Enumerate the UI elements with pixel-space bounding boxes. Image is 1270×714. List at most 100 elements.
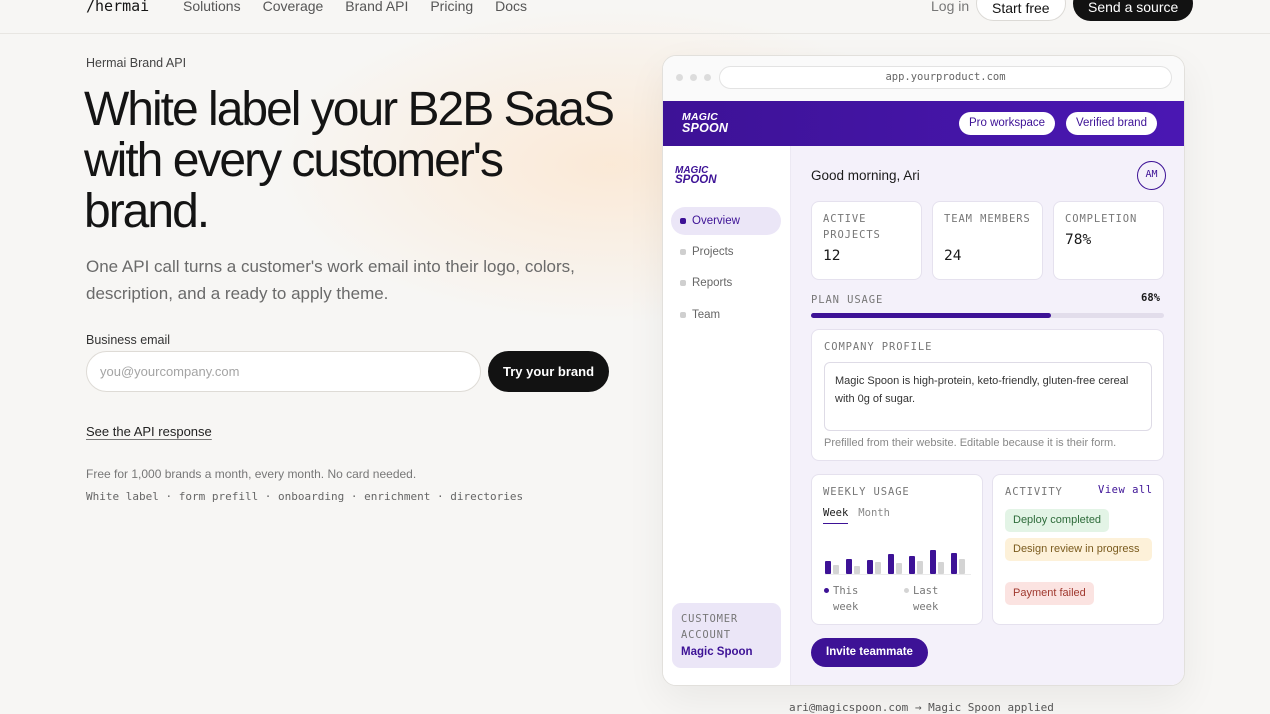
free-note: Free for 1,000 brands a month, every mon… [86, 467, 417, 481]
plan-usage-bar [811, 313, 1164, 318]
api-response-link[interactable]: See the API response [86, 424, 212, 439]
sidebar-item-label: Overview [692, 215, 740, 227]
sidebar-brand-line: SPOON [675, 174, 717, 186]
window-dot-icon [676, 74, 683, 81]
customer-account-label: CUSTOMER ACCOUNT [681, 613, 738, 641]
bar-this-week [909, 555, 915, 574]
legend-dot-icon [824, 588, 829, 593]
window-dot-icon [690, 74, 697, 81]
nav-link-solutions[interactable]: Solutions [183, 0, 241, 14]
start-free-button[interactable]: Start free [976, 0, 1066, 21]
stat-value: 78% [1065, 232, 1092, 248]
avatar[interactable]: AM [1137, 161, 1166, 190]
legend-this-week: This week [824, 583, 883, 615]
sidebar-item-overview[interactable]: Overview [671, 207, 781, 235]
usage-tabs: Week Month [823, 507, 890, 524]
product-preview: app.yourproduct.com MAGIC SPOON Pro work… [662, 55, 1185, 686]
greeting: Good morning, Ari [811, 168, 920, 183]
browser-chrome: app.yourproduct.com [663, 56, 1184, 101]
nav-link-coverage[interactable]: Coverage [263, 0, 324, 14]
stat-value: 12 [823, 248, 841, 264]
stat-label: TEAM MEMBERS [944, 213, 1031, 225]
customer-account-value: Magic Spoon [681, 646, 753, 658]
send-source-button[interactable]: Send a source [1073, 0, 1194, 21]
legend-dot-icon [904, 588, 909, 593]
stat-value: 24 [944, 248, 962, 264]
verified-brand-badge: Verified brand [1066, 112, 1157, 135]
tab-week[interactable]: Week [823, 507, 849, 524]
plan-usage-percent: 68% [1141, 292, 1160, 304]
company-profile-field[interactable]: Magic Spoon is high-protein, keto-friend… [824, 362, 1152, 431]
applied-footnote: ari@magicspoon.com → Magic Spoon applied [789, 701, 1054, 714]
company-profile-label: COMPANY PROFILE [824, 341, 933, 353]
tab-month[interactable]: Month [858, 507, 890, 524]
brand-logo: MAGIC SPOON [682, 112, 729, 135]
bar-this-week [825, 561, 831, 574]
sidebar-item-label: Projects [692, 246, 734, 258]
legend-label: Last week [913, 585, 939, 613]
window-dot-icon [704, 74, 711, 81]
app-main: Good morning, Ari AM ACTIVE PROJECTS 12 … [791, 146, 1184, 685]
brand-logo-line: SPOON [682, 121, 729, 135]
nav-link-pricing[interactable]: Pricing [430, 0, 473, 14]
bar-this-week [867, 560, 873, 574]
bullet-icon [680, 280, 686, 286]
bullet-icon [680, 312, 686, 318]
sidebar-item-projects[interactable]: Projects [671, 238, 781, 266]
bullet-icon [680, 249, 686, 255]
plan-usage-fill [811, 313, 1052, 318]
url-bar: app.yourproduct.com [719, 66, 1172, 89]
bullet-icon [680, 218, 686, 224]
company-profile-card: COMPANY PROFILE Magic Spoon is high-prot… [811, 329, 1164, 461]
view-all-link[interactable]: View all [1098, 484, 1153, 496]
stat-label: ACTIVE PROJECTS [823, 213, 881, 241]
plan-usage-label: PLAN USAGE [811, 294, 884, 306]
customer-account-card: CUSTOMER ACCOUNT Magic Spoon [672, 603, 781, 668]
activity-item-payment[interactable]: Payment failed [1005, 582, 1094, 605]
company-profile-note: Prefilled from their website. Editable b… [824, 437, 1117, 449]
legend-last-week: Last week [904, 583, 963, 615]
nav-link-docs[interactable]: Docs [495, 0, 527, 14]
stat-card: TEAM MEMBERS 24 [932, 201, 1043, 280]
stat-card: COMPLETION 78% [1053, 201, 1164, 280]
top-nav: /hermai Solutions Coverage Brand API Pri… [0, 0, 1270, 34]
bar-this-week [846, 558, 852, 574]
sidebar-brand-logo: MAGIC SPOON [675, 166, 717, 186]
bar-last-week [959, 558, 965, 574]
bar-last-week [875, 562, 881, 574]
activity-label: ACTIVITY [1005, 486, 1063, 498]
activity-item-design-review[interactable]: Design review in progress [1005, 538, 1152, 561]
bar-last-week [896, 563, 902, 574]
invite-teammate-button[interactable]: Invite teammate [811, 638, 928, 667]
nav-links: Solutions Coverage Brand API Pricing Doc… [183, 0, 527, 14]
hero-headline: White label your B2B SaaS with every cus… [84, 83, 615, 238]
legend-label: This week [833, 585, 859, 613]
sidebar-item-reports[interactable]: Reports [671, 269, 781, 297]
sidebar-item-team[interactable]: Team [671, 301, 781, 329]
weekly-usage-label: WEEKLY USAGE [823, 486, 910, 498]
pro-workspace-badge: Pro workspace [959, 112, 1056, 135]
sidebar-item-label: Team [692, 309, 721, 321]
eyebrow: Hermai Brand API [86, 56, 187, 70]
app-sidebar: MAGIC SPOON Overview Projects Reports Te… [663, 146, 791, 685]
bar-last-week [833, 565, 839, 574]
activity-item-deploy[interactable]: Deploy completed [1005, 509, 1110, 532]
bar-this-week [930, 550, 936, 574]
try-brand-button[interactable]: Try your brand [488, 351, 609, 392]
bar-this-week [951, 553, 957, 574]
nav-link-brand-api[interactable]: Brand API [345, 0, 408, 14]
activity-card: ACTIVITY View all Deploy completed Desig… [992, 474, 1164, 625]
bar-last-week [938, 562, 944, 574]
site-logo[interactable]: /hermai [86, 0, 149, 15]
login-link[interactable]: Log in [931, 0, 969, 14]
bar-last-week [917, 560, 923, 574]
sidebar-item-label: Reports [692, 277, 733, 289]
stat-label: COMPLETION [1065, 213, 1138, 225]
stat-card: ACTIVE PROJECTS 12 [811, 201, 922, 280]
email-field[interactable] [86, 351, 481, 392]
weekly-usage-card: WEEKLY USAGE Week Month This week Last w… [811, 474, 983, 625]
email-label: Business email [86, 333, 171, 347]
use-case-tags: White label · form prefill · onboarding … [86, 490, 524, 503]
bar-this-week [888, 554, 894, 574]
weekly-usage-chart [825, 545, 971, 575]
